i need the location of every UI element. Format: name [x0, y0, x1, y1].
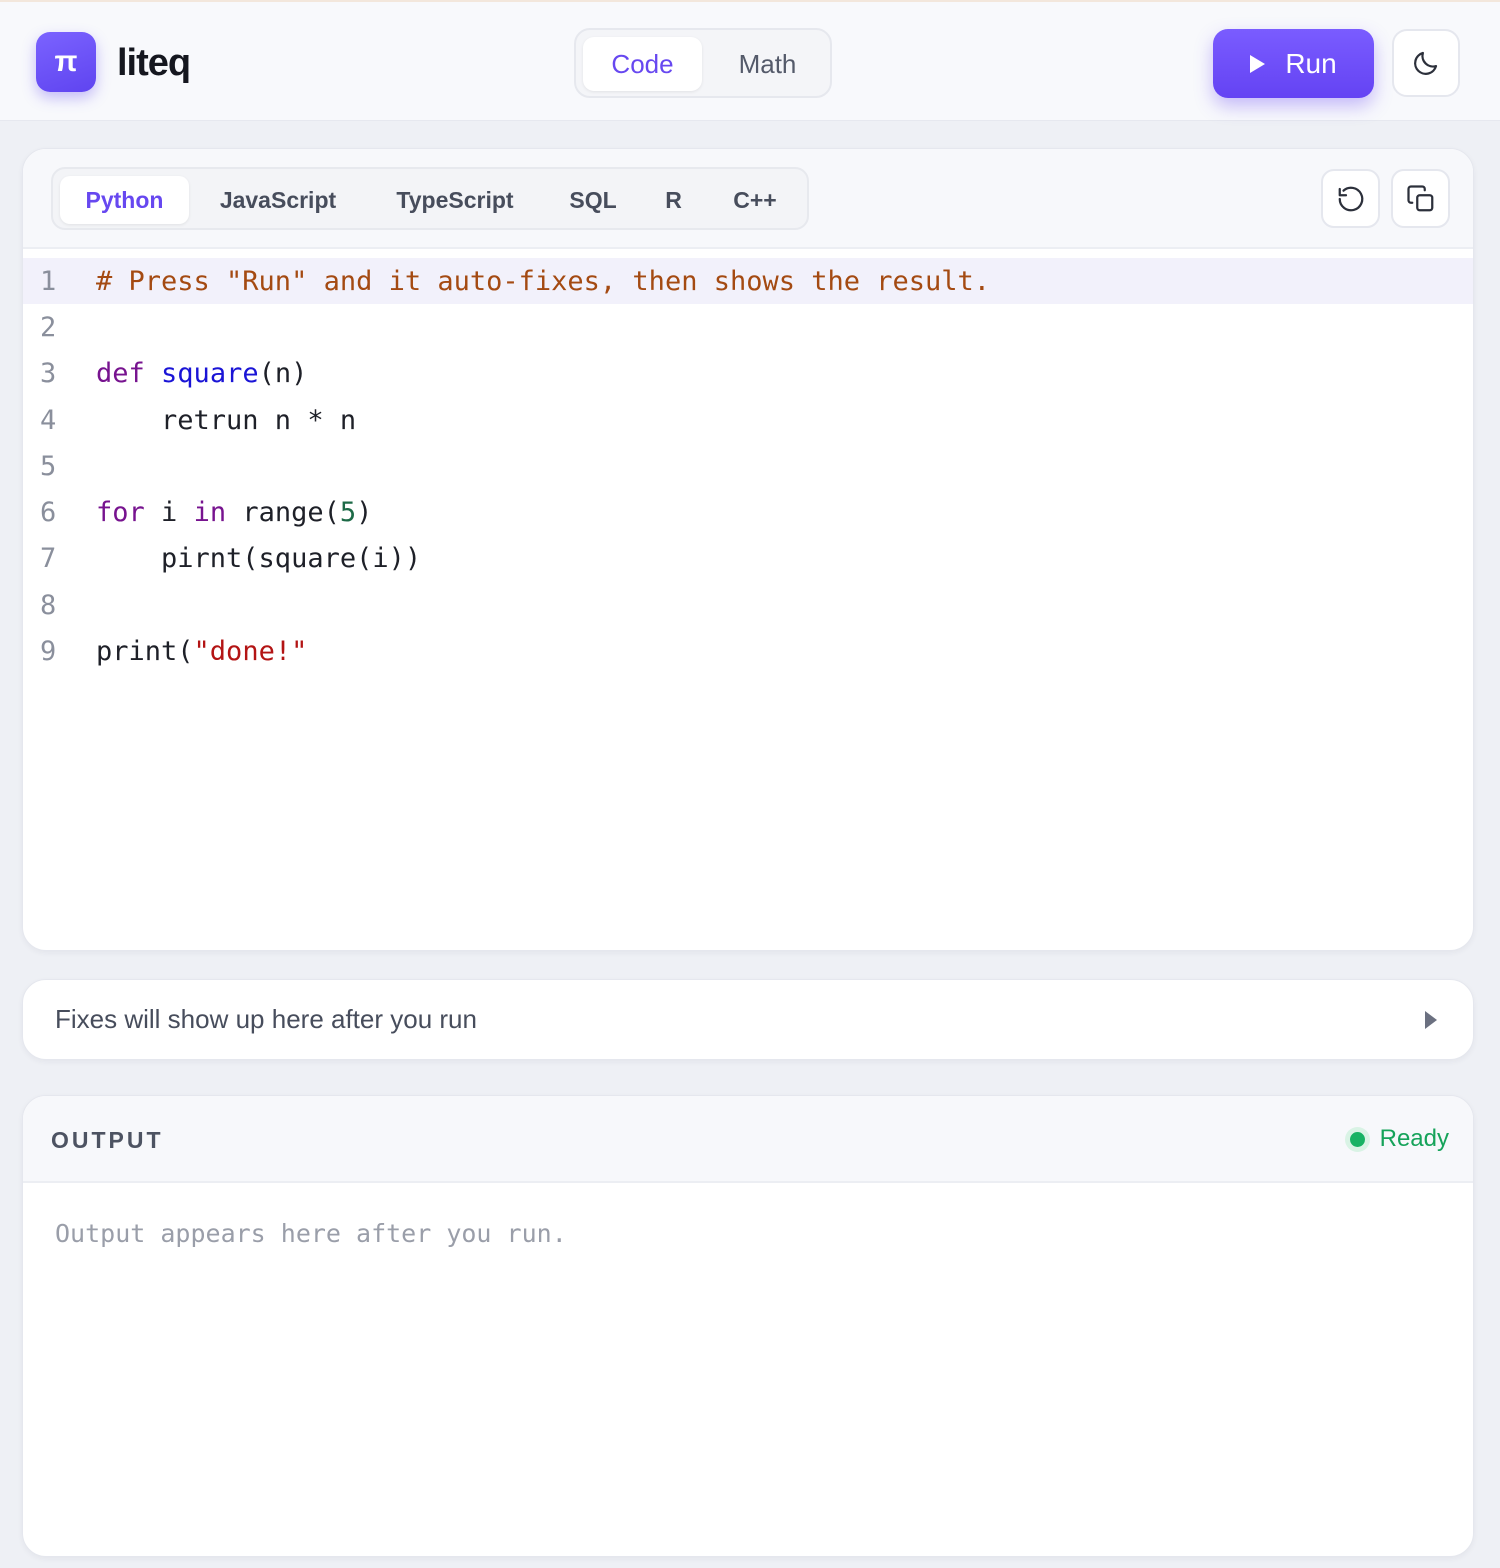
tab-sql[interactable]: SQL	[549, 176, 637, 224]
pi-icon: π	[54, 45, 78, 78]
tab-math[interactable]: Math	[710, 37, 825, 91]
app-logo: π	[36, 32, 96, 92]
app-name: liteq	[117, 42, 191, 84]
line-number: 3	[40, 358, 57, 390]
tab-code[interactable]: Code	[583, 37, 702, 91]
tab-python[interactable]: Python	[60, 176, 189, 224]
status-dot-icon	[1349, 1131, 1365, 1147]
line-number: 7	[40, 543, 57, 575]
run-button-label: Run	[1285, 47, 1337, 79]
output-title: OUTPUT	[51, 1127, 164, 1153]
fixes-text: Fixes will show up here after you run	[55, 1004, 477, 1034]
code-token: # Press "Run" and it auto-fixes, then sh…	[96, 265, 991, 297]
output-placeholder: Output appears here after you run.	[55, 1219, 567, 1248]
code-token: def	[96, 358, 145, 390]
code-token: i	[144, 497, 194, 529]
reset-button[interactable]	[1321, 169, 1380, 228]
code-text: print("done!"	[96, 636, 307, 667]
copy-button[interactable]	[1391, 169, 1450, 228]
fixes-panel[interactable]: Fixes will show up here after you run	[22, 979, 1474, 1060]
language-tabs: Python JavaScript TypeScript SQL R C++	[51, 167, 809, 230]
code-line[interactable]: 5	[23, 443, 1473, 489]
chevron-right-icon	[1425, 1011, 1437, 1029]
code-editor-panel: Python JavaScript TypeScript SQL R C++ 1…	[22, 148, 1474, 951]
code-line[interactable]: 4 retrun n * n	[23, 397, 1473, 443]
code-token: print(	[96, 636, 194, 668]
code-text: def square(n)	[96, 358, 307, 389]
line-number: 8	[40, 589, 57, 621]
moon-icon	[1414, 51, 1438, 75]
tab-typescript[interactable]: TypeScript	[369, 176, 541, 224]
code-line[interactable]: 6 for i in range(5)	[23, 489, 1473, 535]
line-number: 6	[40, 497, 57, 529]
code-line[interactable]: 8	[23, 582, 1473, 628]
copy-icon	[1406, 184, 1433, 211]
theme-toggle-button[interactable]	[1392, 29, 1460, 97]
code-text: pirnt(square(i))	[96, 543, 421, 574]
code-token: square	[161, 358, 259, 390]
line-number: 5	[40, 450, 57, 482]
tab-javascript[interactable]: JavaScript	[195, 176, 361, 224]
tab-r[interactable]: R	[645, 176, 702, 224]
top-bar: π liteq Code Math Run	[0, 0, 1500, 121]
status-badge: Ready	[1349, 1125, 1449, 1153]
tab-cpp[interactable]: C++	[710, 176, 800, 224]
code-line[interactable]: 9 print("done!"	[23, 628, 1473, 674]
code-token: "done!"	[193, 636, 308, 668]
code-token: in	[193, 497, 227, 529]
code-line[interactable]: 1 # Press "Run" and it auto-fixes, then s…	[23, 258, 1473, 305]
code-line[interactable]: 2	[23, 304, 1473, 350]
code-token: (n)	[258, 358, 308, 390]
editor-toolbar: Python JavaScript TypeScript SQL R C++	[23, 149, 1473, 249]
code-token: retrun n * n	[96, 404, 357, 436]
code-text: # Press "Run" and it auto-fixes, then sh…	[96, 266, 990, 297]
reset-icon	[1338, 186, 1363, 211]
code-token: range(	[226, 497, 340, 529]
line-number: 4	[40, 404, 57, 436]
code-token: 5	[339, 497, 357, 529]
code-area[interactable]: 1 # Press "Run" and it auto-fixes, then s…	[23, 258, 1473, 675]
line-number: 2	[40, 311, 57, 343]
code-text: for i in range(5)	[96, 497, 372, 528]
code-line[interactable]: 3 def square(n)	[23, 351, 1473, 397]
output-panel: OUTPUT Ready Output appears here after y…	[22, 1095, 1474, 1557]
code-token: for	[96, 497, 145, 529]
status-text: Ready	[1379, 1125, 1449, 1152]
line-number: 9	[40, 636, 57, 668]
line-number: 1	[40, 265, 57, 297]
play-icon	[1250, 54, 1266, 73]
code-line[interactable]: 7 pirnt(square(i))	[23, 536, 1473, 582]
output-header: OUTPUT Ready	[23, 1096, 1473, 1183]
code-text: retrun n * n	[96, 405, 356, 436]
code-token: pirnt(square(i))	[96, 543, 422, 575]
code-token: )	[356, 497, 373, 529]
run-button[interactable]: Run	[1213, 29, 1374, 98]
mode-switch: Code Math	[574, 28, 832, 98]
